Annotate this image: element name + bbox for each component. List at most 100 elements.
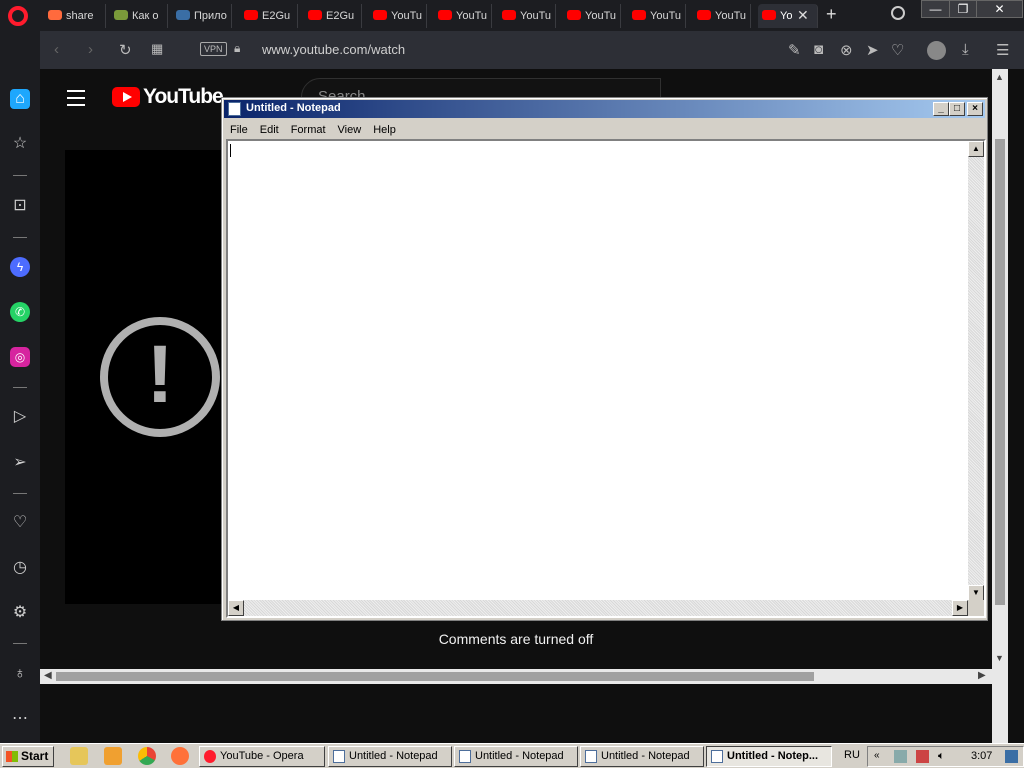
send-icon[interactable]: ➤	[866, 41, 879, 59]
notepad-title-bar[interactable]: Untitled - Notepad _ □ ×	[224, 100, 985, 118]
download-icon[interactable]: ⤓	[962, 41, 969, 58]
windows-logo-icon	[6, 751, 18, 762]
browser-tab[interactable]: share	[44, 4, 106, 28]
browser-tab[interactable]: YouTu	[369, 4, 427, 28]
vpn-badge[interactable]: VPN	[200, 42, 227, 56]
opera-menu-icon[interactable]	[8, 6, 28, 26]
browser-tab[interactable]: E2Gu	[304, 4, 362, 28]
browser-tab-active[interactable]: Yo	[758, 4, 818, 28]
taskbar-task[interactable]: Untitled - Notepad	[328, 746, 452, 767]
settings-icon[interactable]: ⚙	[10, 603, 30, 623]
menu-view[interactable]: View	[332, 122, 368, 136]
scroll-up-icon[interactable]: ▲	[995, 72, 1004, 82]
scrollbar-thumb[interactable]	[56, 672, 814, 681]
heart-icon[interactable]: ♡	[891, 41, 904, 59]
show-desktop-icon[interactable]	[1005, 750, 1018, 763]
start-button[interactable]: Start	[2, 746, 54, 767]
browser-tab[interactable]: Как о	[110, 4, 168, 28]
browser-tab[interactable]: YouTu	[498, 4, 556, 28]
new-tab-icon[interactable]: +	[826, 4, 837, 25]
menu-hamburger-icon[interactable]	[67, 90, 85, 111]
notepad-icon	[459, 750, 471, 763]
browser-tab[interactable]: YouTu	[563, 4, 621, 28]
taskbar-task[interactable]: YouTube - Opera	[199, 746, 325, 767]
taskbar-task-active[interactable]: Untitled - Notep...	[706, 746, 832, 767]
firefox-icon[interactable]	[171, 747, 189, 765]
notepad-icon	[228, 102, 241, 116]
browser-tab[interactable]: E2Gu	[240, 4, 298, 28]
page-horizontal-scrollbar[interactable]: ◀ ▶	[40, 669, 992, 684]
reload-icon[interactable]: ↻	[119, 41, 132, 59]
send-icon[interactable]: ➢	[10, 453, 30, 473]
heart-icon[interactable]: ♡	[10, 513, 30, 533]
window-restore-button[interactable]: ❐	[949, 0, 977, 18]
browser-tab[interactable]: YouTu	[693, 4, 751, 28]
close-tab-icon[interactable]: ✕	[797, 7, 809, 24]
lightbulb-icon[interactable]: ♁	[10, 664, 30, 684]
more-icon[interactable]: ⋯	[10, 709, 30, 729]
tab-label: E2Gu	[262, 10, 291, 22]
menu-edit[interactable]: Edit	[254, 122, 285, 136]
notepad-text-area[interactable]: ▲ ▼ ◀ ▶	[226, 139, 986, 618]
browser-tab[interactable]: YouTu	[434, 4, 492, 28]
scroll-up-icon[interactable]: ▲	[968, 141, 984, 157]
adblock-icon[interactable]: ⊗	[840, 41, 853, 59]
scrollbar-thumb[interactable]	[995, 139, 1005, 605]
shopping-bag-icon[interactable]: ⊡	[10, 196, 30, 216]
network-icon[interactable]	[894, 750, 907, 763]
star-icon[interactable]: ☆	[10, 134, 30, 154]
tab-favicon-icon	[114, 10, 128, 20]
scroll-right-icon[interactable]: ▶	[952, 600, 968, 616]
window-minimize-button[interactable]: —	[921, 0, 950, 18]
maximize-button[interactable]: □	[949, 102, 965, 116]
media-player-icon[interactable]	[104, 747, 122, 765]
taskbar-task[interactable]: Untitled - Notepad	[454, 746, 578, 767]
scroll-right-icon[interactable]: ▶	[978, 670, 986, 681]
language-indicator[interactable]: RU	[844, 749, 860, 761]
notepad-horizontal-scrollbar[interactable]: ◀ ▶	[228, 600, 968, 616]
window-close-button[interactable]: ✕	[976, 0, 1023, 18]
history-icon[interactable]: ◷	[10, 558, 30, 578]
volume-icon[interactable]: 🔈︎	[938, 750, 951, 763]
page-vertical-scrollbar[interactable]: ▲ ▼	[992, 69, 1008, 743]
back-icon[interactable]: ‹	[54, 41, 59, 58]
whatsapp-icon[interactable]: ✆	[10, 302, 30, 322]
tab-grid-icon[interactable]: ▦	[151, 41, 163, 57]
notepad-vertical-scrollbar[interactable]: ▲ ▼	[968, 141, 984, 601]
forward-icon[interactable]: ›	[88, 41, 93, 58]
resize-grip-icon[interactable]	[968, 600, 984, 616]
scroll-down-icon[interactable]: ▼	[995, 653, 1004, 663]
browser-tab[interactable]: YouTu	[628, 4, 686, 28]
snapshot-camera-icon[interactable]: ◙	[814, 41, 823, 58]
tab-search-icon[interactable]	[891, 6, 905, 20]
home-icon[interactable]: ⌂	[10, 89, 30, 109]
minimize-button[interactable]: _	[933, 102, 949, 116]
scroll-left-icon[interactable]: ◀	[44, 670, 52, 681]
notepad-icon	[711, 750, 723, 763]
profile-avatar-icon[interactable]	[927, 41, 946, 60]
chrome-icon[interactable]	[138, 747, 156, 765]
player-icon[interactable]: ▷	[10, 407, 30, 427]
taskbar-task[interactable]: Untitled - Notepad	[580, 746, 704, 767]
edit-icon[interactable]: ✎	[788, 41, 801, 59]
tab-label: YouTu	[650, 10, 681, 22]
tab-label: YouTu	[391, 10, 422, 22]
scroll-left-icon[interactable]: ◀	[228, 600, 244, 616]
close-button[interactable]: ×	[967, 102, 983, 116]
menu-help[interactable]: Help	[367, 122, 402, 136]
youtube-logo-text[interactable]: YouTube	[143, 85, 224, 109]
menu-file[interactable]: File	[224, 122, 254, 136]
clock[interactable]: 3:07	[971, 750, 992, 762]
browser-tab[interactable]: Прило	[172, 4, 232, 28]
messenger-icon[interactable]: ϟ	[10, 257, 30, 277]
instagram-icon[interactable]: ◎	[10, 347, 30, 367]
url-field[interactable]: www.youtube.com/watch	[262, 42, 405, 57]
lock-icon[interactable]: 🔒︎	[234, 41, 240, 56]
scroll-down-icon[interactable]: ▼	[968, 585, 984, 601]
show-hidden-icons-icon[interactable]: «	[874, 750, 887, 763]
system-tray: « 🔈︎ 3:07	[867, 746, 1024, 767]
menu-format[interactable]: Format	[285, 122, 332, 136]
easy-setup-menu-icon[interactable]: ☰	[996, 41, 1009, 59]
security-alert-icon[interactable]	[916, 750, 929, 763]
explorer-folder-icon[interactable]	[70, 747, 88, 765]
